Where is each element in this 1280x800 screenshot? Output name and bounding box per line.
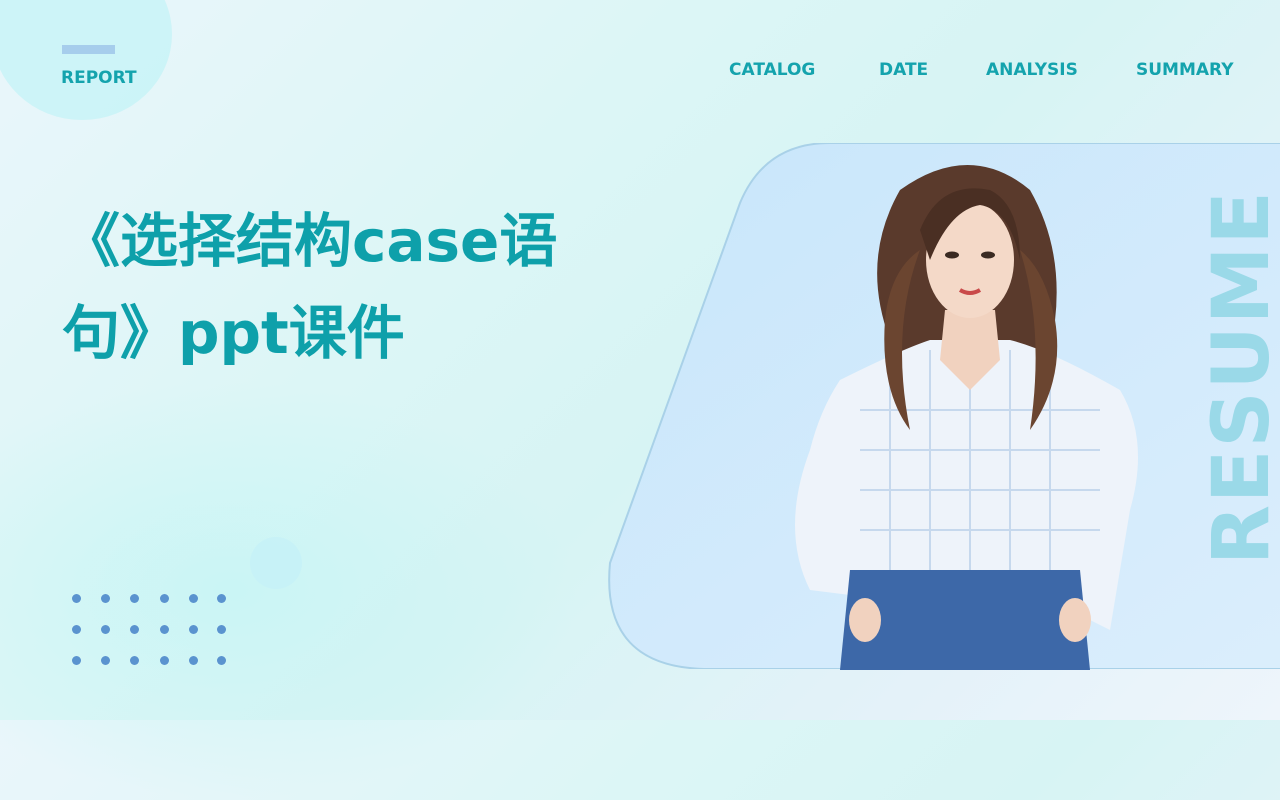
decorative-dot xyxy=(160,594,169,603)
decorative-dot xyxy=(217,594,226,603)
decorative-dot xyxy=(72,594,81,603)
decorative-dot xyxy=(189,625,198,634)
decorative-dot xyxy=(130,625,139,634)
nav-summary[interactable]: SUMMARY xyxy=(1136,60,1234,80)
resume-side-label: RESUME xyxy=(1197,189,1280,565)
decorative-dot xyxy=(160,625,169,634)
nav-analysis[interactable]: ANALYSIS xyxy=(986,60,1078,80)
title-line-1: 《选择结构case语 xyxy=(62,207,558,275)
person-photo xyxy=(795,165,1138,670)
report-accent-bar xyxy=(62,45,115,54)
decorative-dot xyxy=(72,656,81,665)
page-title: 《选择结构case语 句》ppt课件 xyxy=(62,195,622,379)
decorative-dot xyxy=(101,594,110,603)
decorative-dot xyxy=(160,656,169,665)
slide: REPORT CATALOG DATE ANALYSIS SUMMARY 《选择… xyxy=(0,0,1280,800)
top-navigation: CATALOG DATE ANALYSIS SUMMARY xyxy=(0,60,1280,84)
decorative-dot xyxy=(189,594,198,603)
decorative-dot xyxy=(101,656,110,665)
decorative-dot xyxy=(130,594,139,603)
decorative-dot xyxy=(189,656,198,665)
decorative-dot xyxy=(217,656,226,665)
decorative-dot xyxy=(101,625,110,634)
decorative-dot xyxy=(130,656,139,665)
background-glow xyxy=(0,380,580,800)
decorative-circle-small xyxy=(250,537,302,589)
title-line-2: 句》ppt课件 xyxy=(62,299,405,367)
nav-date[interactable]: DATE xyxy=(879,60,928,80)
nav-catalog[interactable]: CATALOG xyxy=(729,60,815,80)
decorative-dot xyxy=(72,625,81,634)
decorative-dot xyxy=(217,625,226,634)
